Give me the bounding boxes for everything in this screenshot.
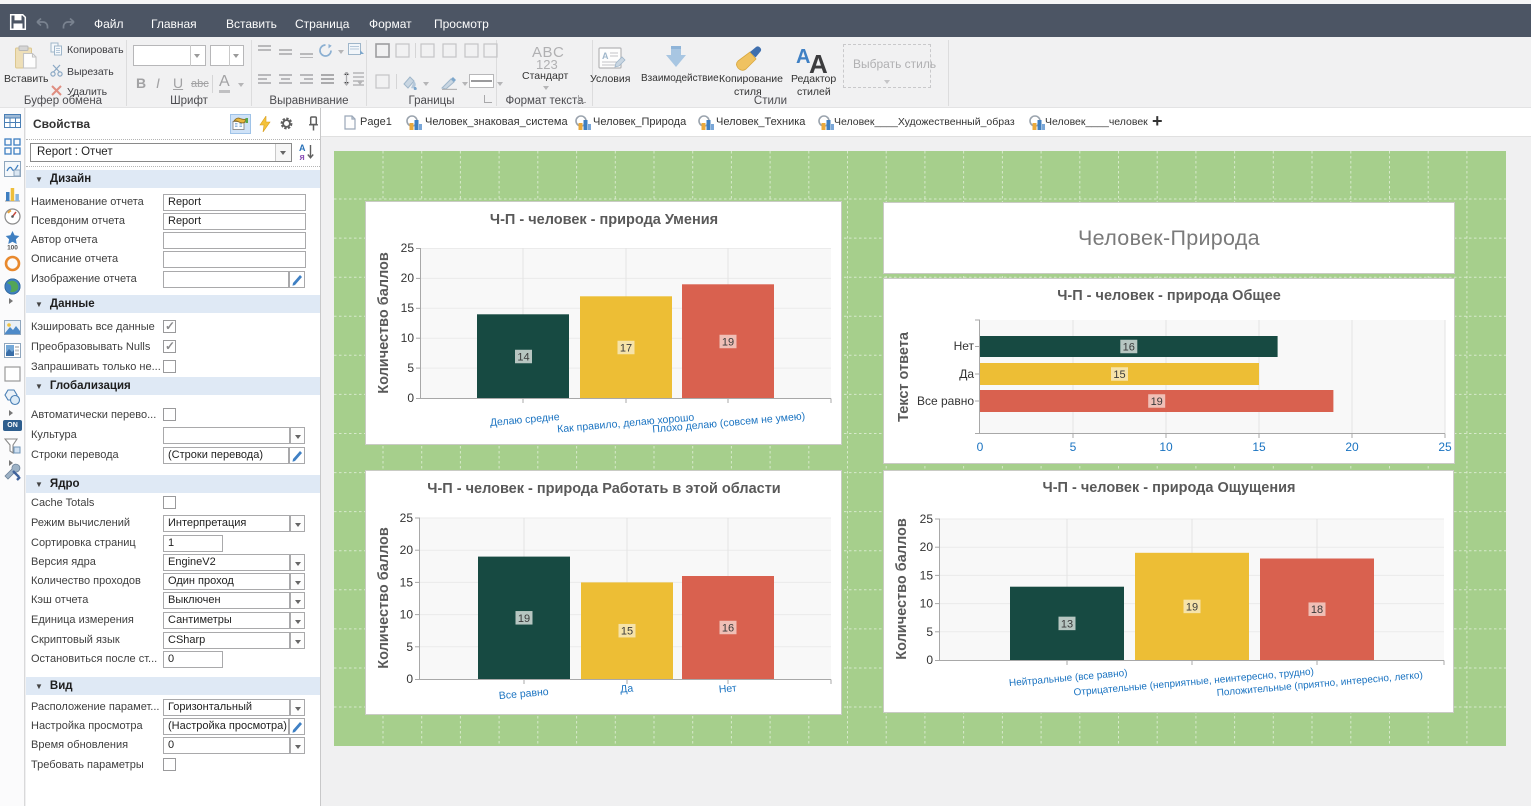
svg-text:5: 5 — [926, 625, 933, 639]
svg-text:19: 19 — [1186, 601, 1198, 613]
svg-text:Ч-П - человек - природа Умения: Ч-П - человек - природа Умения — [490, 212, 718, 228]
svg-text:5: 5 — [1070, 440, 1077, 454]
svg-text:я: я — [300, 152, 305, 161]
svg-text:Все равно: Все равно — [498, 686, 549, 702]
svg-text:16: 16 — [1123, 342, 1135, 354]
svg-text:0: 0 — [977, 440, 984, 454]
svg-text:15: 15 — [400, 575, 414, 589]
svg-text:10: 10 — [920, 597, 934, 611]
svg-text:Текст ответа: Текст ответа — [896, 331, 912, 422]
svg-text:Делаю средне: Делаю средне — [489, 411, 560, 429]
svg-text:14: 14 — [517, 352, 529, 364]
svg-text:19: 19 — [1151, 396, 1163, 408]
svg-text:A: A — [809, 49, 828, 75]
svg-text:0: 0 — [407, 391, 414, 405]
svg-text:Ч-П - человек - природа Ощущен: Ч-П - человек - природа Ощущения — [1043, 480, 1296, 496]
svg-text:5: 5 — [406, 640, 413, 654]
svg-text:20: 20 — [920, 540, 934, 554]
svg-text:25: 25 — [920, 512, 934, 526]
svg-text:0: 0 — [406, 672, 413, 686]
svg-text:10: 10 — [1159, 440, 1173, 454]
svg-text:Ч-П - человек - природа Работа: Ч-П - человек - природа Работать в этой … — [427, 481, 780, 497]
svg-text:Количество баллов: Количество баллов — [894, 518, 910, 660]
svg-text:19: 19 — [722, 337, 734, 349]
svg-text:25: 25 — [1438, 440, 1452, 454]
svg-text:100: 100 — [7, 245, 18, 251]
svg-text:A: A — [602, 51, 609, 61]
svg-text:25: 25 — [401, 241, 415, 255]
svg-text:10: 10 — [400, 608, 414, 622]
svg-text:Ч-П - человек - природа Общее: Ч-П - человек - природа Общее — [1057, 288, 1281, 304]
svg-text:Количество баллов: Количество баллов — [376, 252, 392, 394]
svg-text:17: 17 — [620, 343, 632, 355]
svg-text:25: 25 — [400, 511, 414, 525]
svg-text:10: 10 — [401, 331, 415, 345]
svg-text:20: 20 — [400, 543, 414, 557]
svg-text:15: 15 — [621, 626, 633, 638]
svg-text:Все равно: Все равно — [917, 394, 974, 408]
svg-text:Да: Да — [959, 367, 974, 381]
svg-text:Нет: Нет — [718, 682, 737, 696]
svg-text:0: 0 — [926, 653, 933, 667]
svg-text:20: 20 — [1345, 440, 1359, 454]
svg-text:15: 15 — [920, 568, 934, 582]
svg-text:13: 13 — [1061, 618, 1073, 630]
svg-text:18: 18 — [1311, 604, 1323, 616]
svg-text:Количество баллов: Количество баллов — [376, 527, 392, 669]
svg-text:20: 20 — [401, 271, 415, 285]
svg-text:15: 15 — [401, 301, 415, 315]
svg-text:16: 16 — [722, 623, 734, 635]
svg-text:15: 15 — [1113, 369, 1125, 381]
svg-text:Да: Да — [620, 682, 634, 695]
svg-text:15: 15 — [1252, 440, 1266, 454]
svg-text:19: 19 — [518, 613, 530, 625]
svg-text:5: 5 — [407, 361, 414, 375]
svg-text:Нет: Нет — [954, 339, 975, 353]
